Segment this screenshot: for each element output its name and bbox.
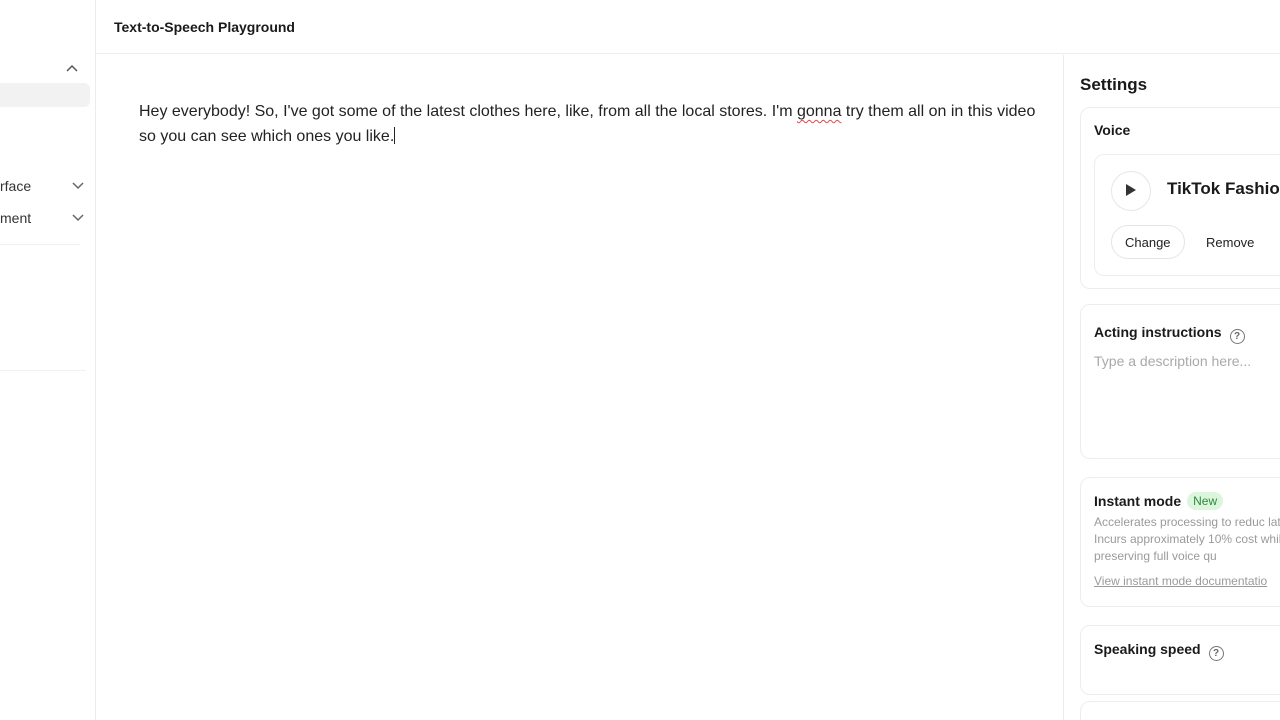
text-caret xyxy=(394,127,396,144)
sidebar-item-label: ment xyxy=(0,210,32,226)
sidebar-divider xyxy=(0,370,86,371)
speed-label-row: Speaking speed? xyxy=(1094,641,1224,661)
editor-text-start: Hey everybody! So, I've got some of the … xyxy=(139,103,797,120)
editor-text-area[interactable]: Hey everybody! So, I've got some of the … xyxy=(139,99,1039,149)
instant-mode-label: Instant mode xyxy=(1094,493,1182,509)
acting-label-row: Acting instructions? xyxy=(1094,324,1245,344)
page-title: Text-to-Speech Playground xyxy=(114,18,295,35)
acting-instructions-card: Acting instructions? xyxy=(1080,304,1280,459)
voice-card: Voice TikTok Fashio Change Remove xyxy=(1080,107,1280,289)
misspelled-word[interactable]: gonna xyxy=(797,103,842,120)
next-settings-card xyxy=(1080,701,1280,720)
sidebar-item-selected[interactable] xyxy=(0,83,90,107)
chevron-up-icon[interactable] xyxy=(62,58,82,78)
sidebar-divider xyxy=(0,244,80,245)
remove-voice-button[interactable]: Remove xyxy=(1193,225,1267,259)
text-editor[interactable]: Hey everybody! So, I've got some of the … xyxy=(96,55,1062,720)
instant-mode-docs-link[interactable]: View instant mode documentatio xyxy=(1094,574,1267,588)
help-icon[interactable]: ? xyxy=(1208,646,1224,661)
play-icon xyxy=(1125,183,1137,200)
voice-name: TikTok Fashio xyxy=(1167,179,1280,198)
help-icon[interactable]: ? xyxy=(1229,329,1245,344)
change-voice-button[interactable]: Change xyxy=(1111,225,1185,259)
top-header: Text-to-Speech Playground xyxy=(96,0,1280,54)
play-voice-button[interactable] xyxy=(1111,171,1151,211)
settings-panel: Settings Voice TikTok Fashio Change Remo… xyxy=(1063,55,1280,720)
app-window: rface ment Text-to-Speech Playground Hey… xyxy=(0,0,1280,720)
voice-selector: TikTok Fashio Change Remove xyxy=(1094,154,1280,276)
instant-mode-description: Accelerates processing to reduc latency.… xyxy=(1094,515,1280,563)
new-badge: New xyxy=(1187,492,1224,510)
acting-instructions-input[interactable] xyxy=(1094,353,1280,443)
acting-label: Acting instructions xyxy=(1094,324,1222,340)
speaking-speed-label: Speaking speed xyxy=(1094,641,1201,657)
sidebar: rface ment xyxy=(0,0,96,720)
instant-mode-card: Instant mode New Accelerates processing t… xyxy=(1080,477,1280,607)
sidebar-item-management[interactable]: ment xyxy=(0,207,86,229)
settings-title: Settings xyxy=(1080,75,1148,94)
sidebar-item-label: rface xyxy=(0,178,32,194)
chevron-down-icon xyxy=(72,214,84,222)
instant-label-row: Instant mode New xyxy=(1094,492,1224,510)
speaking-speed-card: Speaking speed? xyxy=(1080,625,1280,695)
voice-label: Voice xyxy=(1094,122,1131,138)
sidebar-item-interface[interactable]: rface xyxy=(0,175,86,197)
chevron-down-icon xyxy=(72,182,84,190)
